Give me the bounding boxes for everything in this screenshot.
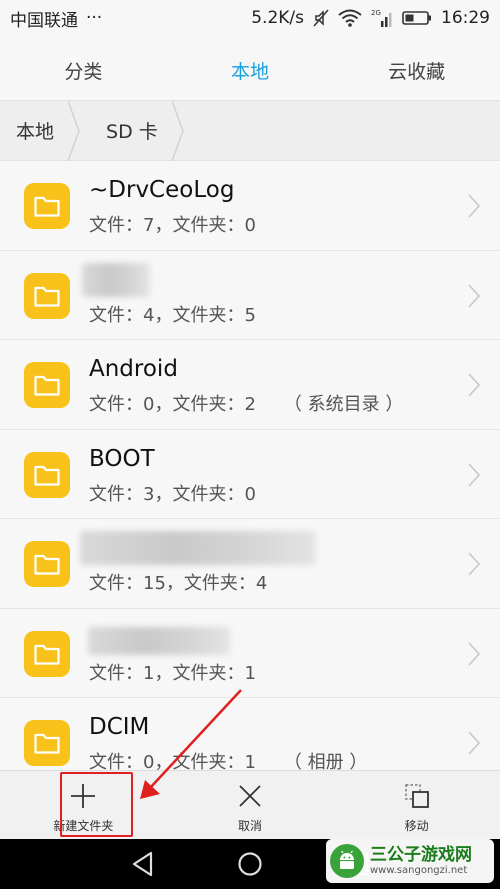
folder-name: BOOT xyxy=(89,445,155,472)
folder-row[interactable]: BOOT 文件：3，文件夹：0 xyxy=(0,430,500,519)
folder-icon xyxy=(24,451,70,498)
system-directory-tag: （ 系统目录 ） xyxy=(283,394,404,415)
watermark-title: 三公子游戏网 xyxy=(370,845,472,866)
folder-icon xyxy=(24,630,70,677)
breadcrumb: 本地 SD 卡 xyxy=(0,100,500,161)
folder-icon xyxy=(24,362,70,408)
folder-list: ~DrvCeoLog 文件：7，文件夹：0 文件：4，文件夹：5 Android… xyxy=(0,161,500,770)
folder-row[interactable]: Android 文件：0，文件夹：2 （ 系统目录 ） xyxy=(0,340,500,430)
carrier-label: 中国联通 xyxy=(10,10,78,31)
chevron-right-icon xyxy=(468,552,480,576)
chevron-right-icon xyxy=(468,194,480,218)
close-icon xyxy=(239,785,261,807)
chevron-right-icon xyxy=(468,731,480,755)
signal-icon: 2G xyxy=(371,8,393,28)
redacted-folder-name xyxy=(80,531,316,565)
redacted-folder-name xyxy=(88,626,230,655)
folder-meta: 文件：7，文件夹：0 xyxy=(89,215,256,236)
folder-icon xyxy=(24,272,70,319)
folder-meta: 文件：4，文件夹：5 xyxy=(89,304,256,326)
folder-row[interactable]: DCIM 文件：0，文件夹：1 （ 相册 ） xyxy=(0,698,500,770)
folder-row[interactable]: 文件：1，文件夹：1 xyxy=(0,609,500,698)
battery-icon xyxy=(402,10,432,26)
breadcrumb-label: 本地 xyxy=(16,121,55,143)
tab-cloud-favorites[interactable]: 云收藏 xyxy=(333,53,500,84)
folder-row[interactable]: 文件：15，文件夹：4 xyxy=(0,519,500,609)
folder-name: DCIM xyxy=(89,714,150,740)
folder-meta: 文件：0，文件夹：1 （ 相册 ） xyxy=(89,748,367,770)
folder-icon xyxy=(24,183,70,229)
mute-icon xyxy=(313,9,329,27)
chevron-right-icon xyxy=(468,462,480,487)
chevron-right-icon xyxy=(468,283,480,308)
folder-meta: 文件：0，文件夹：2 （ 系统目录 ） xyxy=(89,394,404,415)
redacted-folder-name xyxy=(82,262,150,297)
folder-meta: 文件：1，文件夹：1 xyxy=(89,662,256,684)
breadcrumb-item-sd-card[interactable]: SD 卡 xyxy=(70,101,184,161)
tab-bar: 分类 本地 云收藏 xyxy=(0,36,500,109)
folder-meta: 文件：15，文件夹：4 xyxy=(89,573,268,594)
watermark-logo: 三公子游戏网 www.sangongzi.net xyxy=(326,839,494,883)
network-speed: 5.2K/s xyxy=(251,8,304,28)
move-icon xyxy=(404,784,429,808)
tab-label: 分类 xyxy=(64,60,103,83)
folder-name: Android xyxy=(89,356,178,382)
watermark-url: www.sangongzi.net xyxy=(370,864,468,876)
breadcrumb-label: SD 卡 xyxy=(106,121,158,143)
status-bar: 中国联通 ··· 5.2K/s 2G 16:29 xyxy=(0,0,500,36)
folder-meta: 文件：3，文件夹：0 xyxy=(89,483,256,505)
chevron-right-icon xyxy=(468,373,480,397)
tab-label: 本地 xyxy=(231,60,270,83)
wifi-icon xyxy=(338,9,362,27)
folder-name: ~DrvCeoLog xyxy=(89,177,235,203)
tab-label: 云收藏 xyxy=(388,60,446,83)
move-label: 移动 xyxy=(404,819,429,833)
back-icon[interactable] xyxy=(131,851,155,877)
android-robot-icon xyxy=(330,844,364,878)
folder-icon xyxy=(24,720,70,766)
tab-category[interactable]: 分类 xyxy=(0,53,167,84)
more-notifications-icon: ··· xyxy=(86,8,103,28)
folder-icon xyxy=(24,541,70,587)
move-button[interactable]: 移动 xyxy=(333,771,500,839)
folder-row[interactable]: ~DrvCeoLog 文件：7，文件夹：0 xyxy=(0,161,500,251)
cancel-button[interactable]: 取消 xyxy=(167,771,334,839)
annotation-highlight-box xyxy=(60,772,133,837)
breadcrumb-separator-icon xyxy=(171,101,184,161)
clock: 16:29 xyxy=(441,8,490,28)
breadcrumb-item-local[interactable]: 本地 xyxy=(0,101,80,161)
network-type-badge: 2G xyxy=(371,9,381,17)
folder-row[interactable]: 文件：4，文件夹：5 xyxy=(0,251,500,340)
album-tag: （ 相册 ） xyxy=(283,752,368,770)
home-icon[interactable] xyxy=(237,851,263,877)
cancel-label: 取消 xyxy=(238,819,263,833)
tab-local[interactable]: 本地 xyxy=(167,53,334,109)
chevron-right-icon xyxy=(468,641,480,666)
